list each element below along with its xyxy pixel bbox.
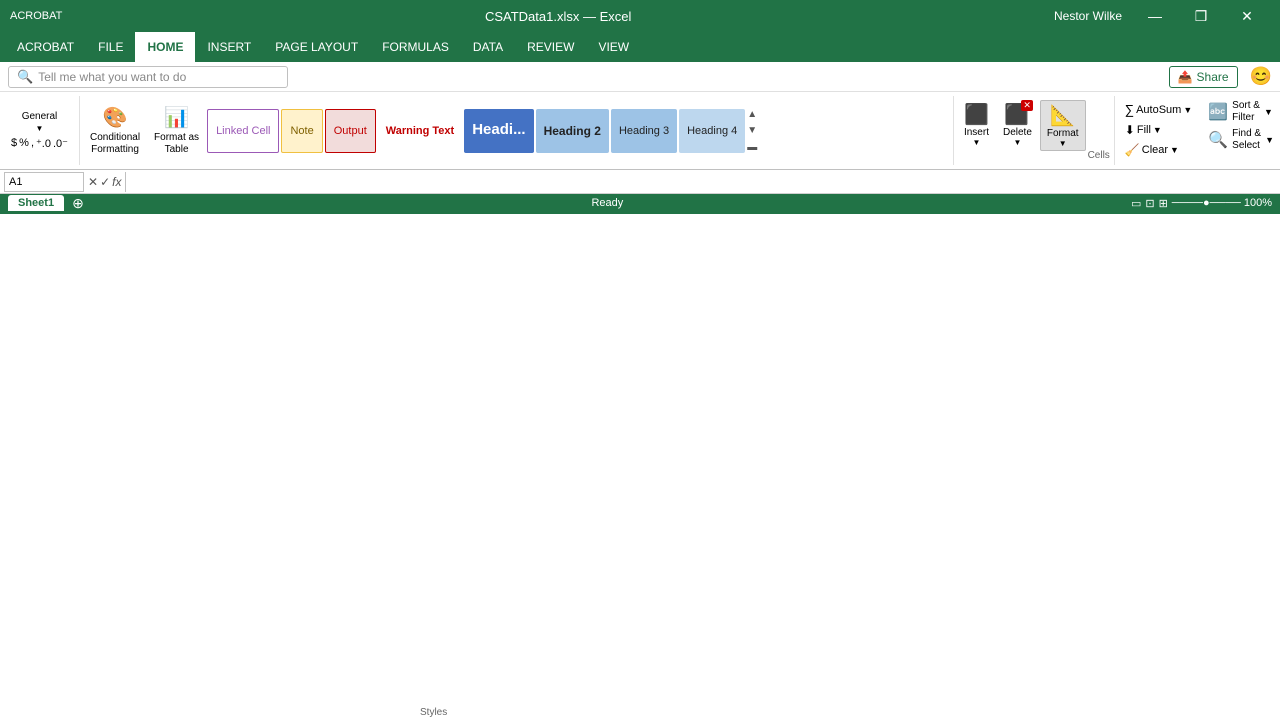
format-btn[interactable]: 📐 Format ▼ <box>1040 100 1086 151</box>
style-heading1[interactable]: Headi... <box>464 109 533 153</box>
formula-insert-btn[interactable]: fx <box>112 175 121 189</box>
title-bar: ACROBAT CSATData1.xlsx — Excel Nestor Wi… <box>0 0 1280 32</box>
title-text: CSATData1.xlsx — Excel <box>485 9 631 24</box>
spreadsheet-area: J K L M N O P ▲ Format > Move or Copy Sh… <box>0 194 1280 214</box>
sort-find-group: 🔤 Sort &Filter ▼ 🔍 Find &Select ▼ <box>1202 96 1280 165</box>
insert-btn[interactable]: ⬛ Insert ▼ <box>958 100 995 149</box>
comma-btn[interactable]: , <box>31 137 34 150</box>
style-heading4[interactable]: Heading 4 <box>679 109 745 153</box>
page-layout-btn[interactable]: ⊡ <box>1145 197 1154 210</box>
share-button[interactable]: 📤Share <box>1169 66 1238 88</box>
styles-scroll[interactable]: ▲ ▼ ▬ <box>747 109 757 153</box>
style-heading3[interactable]: Heading 3 <box>611 109 677 153</box>
style-output[interactable]: Output <box>325 109 376 153</box>
tab-file[interactable]: FILE <box>86 32 135 62</box>
style-linked-cell[interactable]: Linked Cell <box>207 109 279 153</box>
user-name: Nestor Wilke <box>1054 9 1122 23</box>
delete-btn[interactable]: ⬛ ✕ Delete ▼ <box>997 100 1038 149</box>
styles-group: 🎨 ConditionalFormatting 📊 Format asTable… <box>80 96 954 165</box>
fill-btn[interactable]: ⬇ Fill ▼ <box>1121 121 1166 139</box>
formula-confirm-btn[interactable]: ✓ <box>100 175 110 189</box>
tab-formulas[interactable]: FORMULAS <box>370 32 461 62</box>
ribbon-content: General ▼ $ % , ⁺.0 .0⁻ 🎨 ConditionalFor… <box>0 92 1280 170</box>
tab-view[interactable]: VIEW <box>586 32 641 62</box>
formula-input[interactable] <box>125 172 1276 192</box>
page-break-btn[interactable]: ⊞ <box>1159 197 1168 210</box>
formula-bar: A1 ✕ ✓ fx <box>0 170 1280 194</box>
cells-label: Cells <box>1088 150 1110 161</box>
formula-cancel-btn[interactable]: ✕ <box>88 175 98 189</box>
normal-view-btn[interactable]: ▭ <box>1131 197 1141 210</box>
editing-group: ∑ AutoSum ▼ ⬇ Fill ▼ 🧹 Clear ▼ <box>1115 96 1202 165</box>
number-format-btn[interactable]: General ▼ <box>18 109 62 135</box>
acrobat-label: ACROBAT <box>10 10 62 22</box>
name-box[interactable]: A1 <box>4 172 84 192</box>
tell-me-bar: 🔍 Tell me what you want to do 📤Share 😊 <box>0 62 1280 92</box>
clear-btn[interactable]: 🧹 Clear ▼ <box>1121 141 1183 159</box>
style-warning-text[interactable]: Warning Text <box>378 109 462 153</box>
tell-me-input[interactable]: 🔍 Tell me what you want to do <box>8 66 288 88</box>
ribbon-group-number: General ▼ $ % , ⁺.0 .0⁻ <box>0 96 80 165</box>
zoom-slider[interactable]: ────●──── 100% <box>1172 197 1272 209</box>
decrease-decimal-btn[interactable]: .0⁻ <box>53 137 68 150</box>
add-sheet-btn[interactable]: ⊕ <box>72 195 84 212</box>
autosum-btn[interactable]: ∑ AutoSum ▼ <box>1121 100 1196 119</box>
tab-review[interactable]: REVIEW <box>515 32 586 62</box>
tab-home[interactable]: HOME <box>135 32 195 62</box>
restore-button[interactable]: ❒ <box>1178 0 1224 32</box>
tab-insert[interactable]: INSERT <box>195 32 263 62</box>
status-bar: Ready <box>591 197 623 209</box>
tab-page-layout[interactable]: PAGE LAYOUT <box>263 32 370 62</box>
tab-data[interactable]: DATA <box>461 32 515 62</box>
currency-btn[interactable]: $ <box>11 137 17 150</box>
format-as-table-btn[interactable]: 📊 Format asTable <box>148 101 205 160</box>
style-heading2[interactable]: Heading 2 <box>536 109 609 153</box>
minimize-button[interactable]: — <box>1132 0 1178 32</box>
increase-decimal-btn[interactable]: ⁺.0 <box>36 137 51 150</box>
close-button[interactable]: ✕ <box>1224 0 1270 32</box>
find-select-btn[interactable]: 🔍 Find &Select ▼ <box>1208 128 1274 152</box>
bottom-bar: Sheet1 ⊕ Ready ▭ ⊡ ⊞ ────●──── 100% <box>0 194 1280 214</box>
user-avatar: 😊 <box>1250 66 1272 87</box>
percent-btn[interactable]: % <box>19 137 29 150</box>
tab-acrobat[interactable]: ACROBAT <box>5 32 86 62</box>
style-note[interactable]: Note <box>281 109 322 153</box>
cells-group: ⬛ Insert ▼ ⬛ ✕ Delete ▼ 📐 Format ▼ Cells <box>954 96 1115 165</box>
sort-filter-btn[interactable]: 🔤 Sort &Filter ▼ <box>1208 100 1273 124</box>
sheet-tab[interactable]: Sheet1 <box>8 195 64 211</box>
conditional-formatting-btn[interactable]: 🎨 ConditionalFormatting <box>84 101 146 160</box>
ribbon-tabs: ACROBAT FILE HOME INSERT PAGE LAYOUT FOR… <box>0 32 1280 62</box>
